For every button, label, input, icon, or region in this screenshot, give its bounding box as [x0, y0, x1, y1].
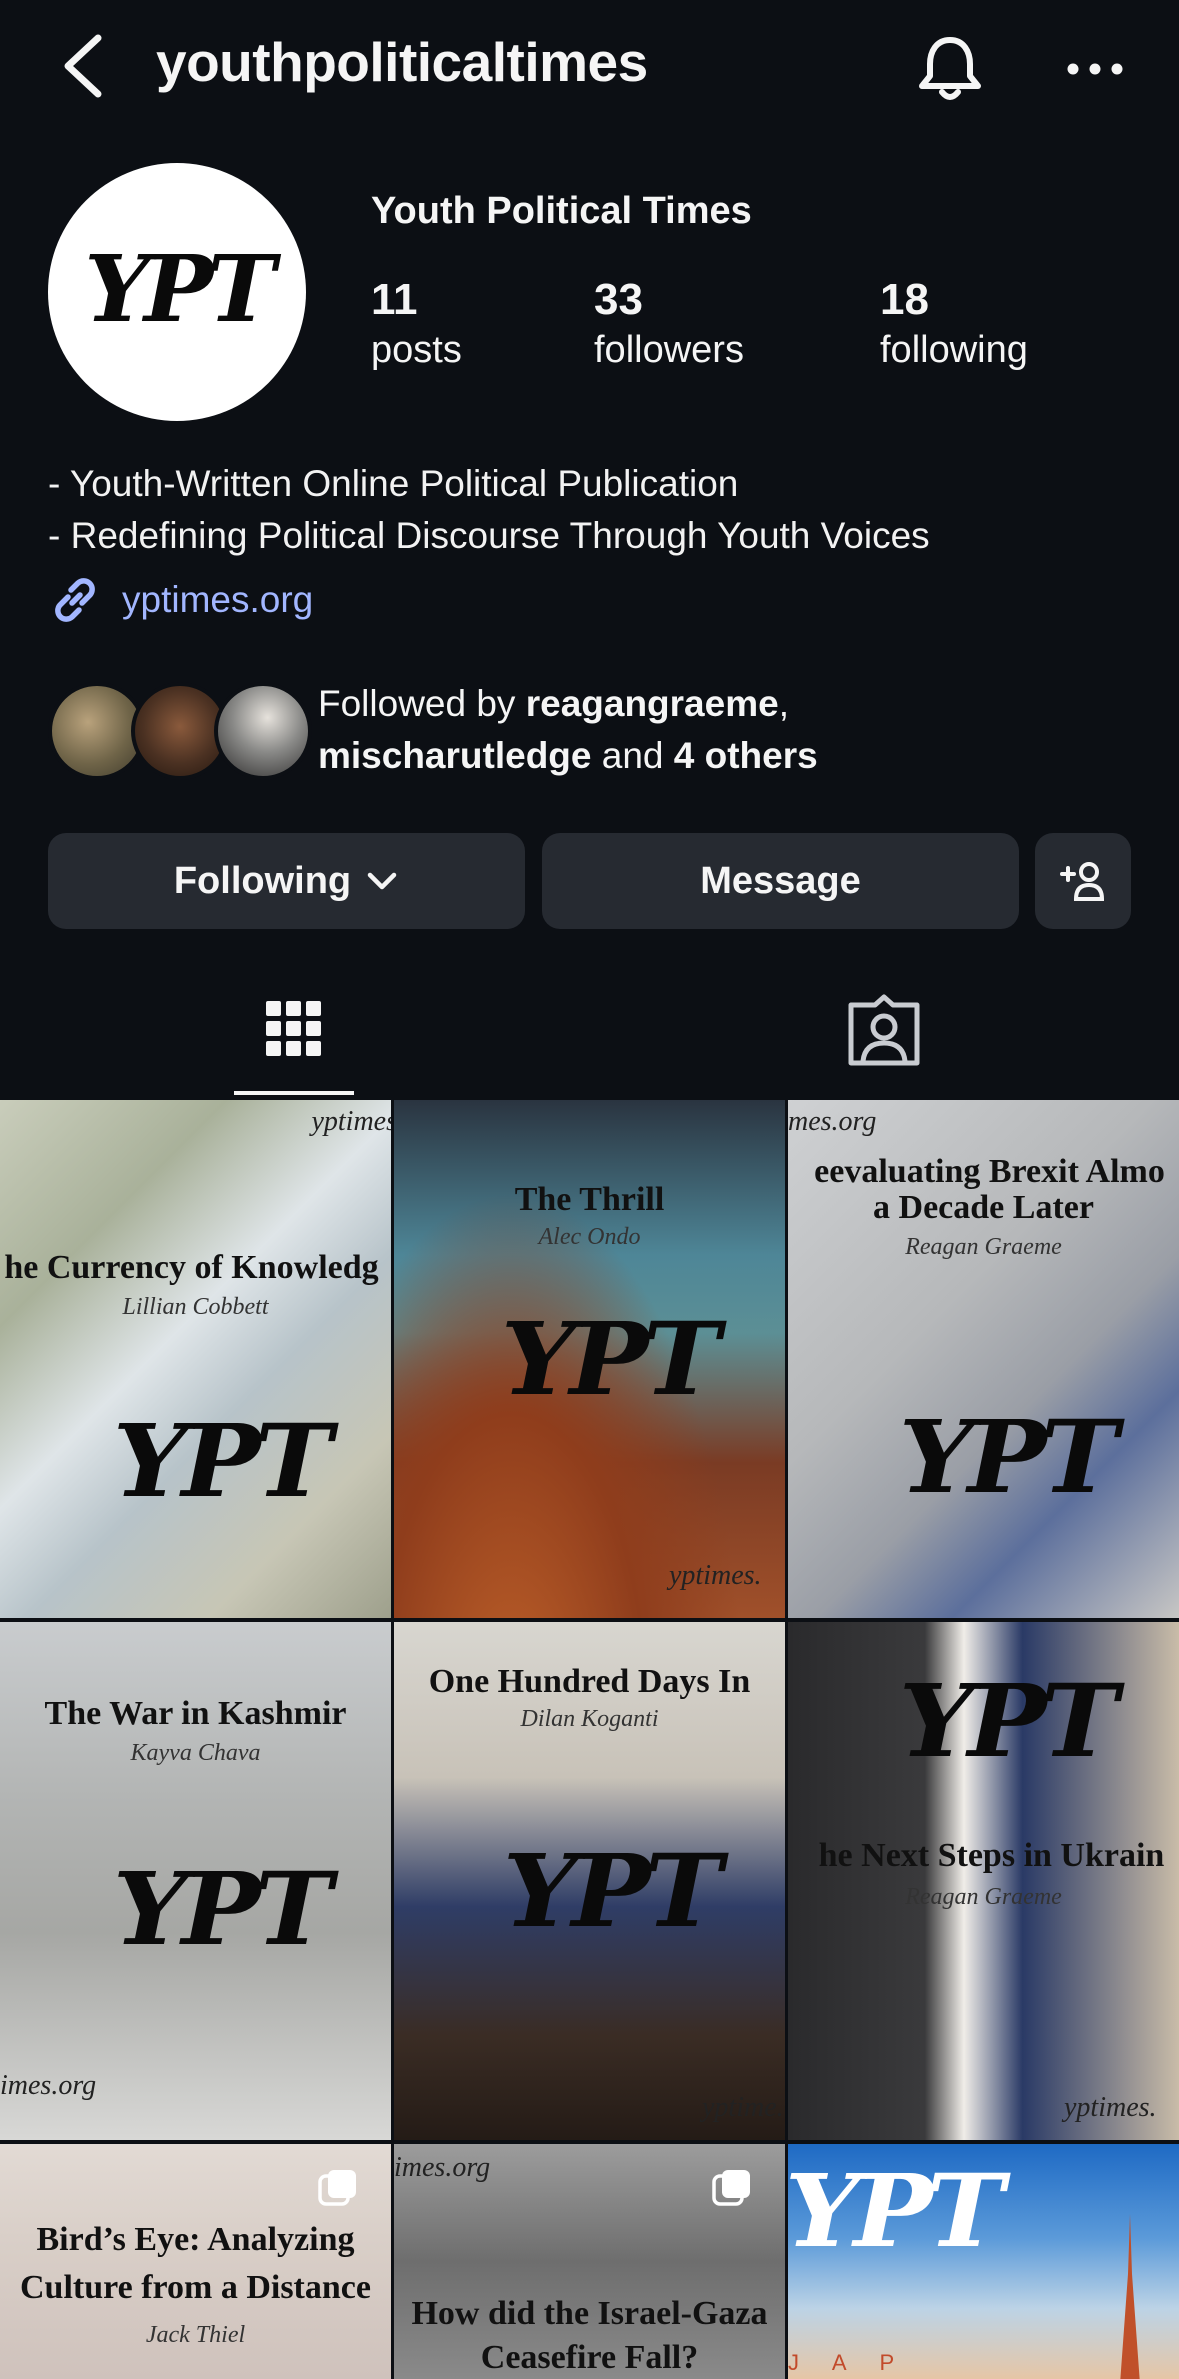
carousel-icon [318, 2170, 356, 2206]
mutual-others[interactable]: 4 others [674, 735, 818, 776]
following-count: 18 [880, 275, 929, 324]
profile-link-text[interactable]: yptimes.org [122, 579, 313, 621]
tagged-person-icon[interactable] [829, 985, 939, 1095]
post-tile[interactable]: imes.org How did the Israel-Gaza Ceasefi… [394, 2144, 785, 2379]
profile-link[interactable]: yptimes.org [48, 570, 313, 630]
avatar-logo-text: YPT [84, 235, 282, 343]
post-tile[interactable]: The War in Kashmir Kayva Chava YPT imes.… [0, 1622, 391, 2140]
suggested-users-button[interactable] [1035, 833, 1131, 929]
ypt-logo: YPT [898, 1398, 1118, 1516]
post-title: The War in Kashmir [44, 1695, 347, 1732]
mutual-user-2[interactable]: mischarutledge [318, 735, 591, 776]
posts-grid: yptimes he Currency of Knowledg Lillian … [0, 1100, 1179, 2379]
post-author: Dilan Koganti [520, 1706, 659, 1732]
post-title: he Currency of Knowledg [4, 1249, 379, 1286]
profile-bio: - Youth-Written Online Political Publica… [48, 458, 930, 562]
ypt-logo: YPT [500, 1300, 720, 1418]
post-url: imes.org [394, 2152, 491, 2183]
posts-label: posts [371, 329, 462, 371]
followers-count: 33 [594, 275, 643, 324]
followers-stat[interactable]: 33 followers [594, 274, 744, 374]
post-title-line-2: a Decade Later [873, 1189, 1094, 1226]
post-title: One Hundred Days In [428, 1663, 751, 1700]
active-tab-indicator [234, 1091, 354, 1095]
more-horizontal-icon[interactable] [1065, 44, 1125, 94]
message-button-label: Message [700, 859, 861, 902]
post-tile[interactable]: One Hundred Days In Dilan Koganti YPT yp… [394, 1622, 785, 2140]
post-title: eevaluating Brexit Almo [814, 1153, 1165, 1190]
mutual-user-1[interactable]: reagangraeme [526, 683, 779, 724]
following-button-label: Following [173, 859, 352, 902]
comma: , [778, 683, 789, 724]
grid-icon[interactable] [234, 985, 354, 1095]
bio-line: - Redefining Political Discourse Through… [48, 515, 930, 556]
followed-by-prefix: Followed by [318, 683, 526, 724]
chevron-left-icon[interactable] [58, 30, 108, 102]
link-icon [55, 578, 95, 622]
post-author: Reagan Graeme [905, 1234, 1062, 1260]
chevron-down-icon [367, 872, 397, 890]
post-title-line-2: Ceasefire Fall? [480, 2339, 699, 2376]
ypt-logo: YPT [898, 1662, 1118, 1780]
ypt-logo: YPT [84, 235, 288, 343]
post-caption: J A P A N [788, 2350, 908, 2379]
post-author: Jack Thiel [145, 2322, 246, 2348]
following-button[interactable]: Following [48, 833, 525, 929]
top-nav-bar: youthpoliticaltimes [0, 0, 1179, 130]
profile-display-name: Youth Political Times [371, 190, 752, 232]
post-tile[interactable]: YPT he Next Steps in Ukrain Reagan Graem… [788, 1622, 1179, 2140]
ypt-logo: YPT [788, 2152, 1004, 2270]
message-button[interactable]: Message [542, 833, 1019, 929]
post-url: mes.org [788, 1106, 877, 1137]
tokyo-tower-graphic [1120, 2214, 1140, 2379]
add-user-icon [1060, 862, 1105, 901]
post-title-line-2: Culture from a Distance [20, 2269, 371, 2306]
post-title: Bird’s Eye: Analyzing [36, 2221, 355, 2258]
post-title: he Next Steps in Ukrain [818, 1837, 1165, 1874]
posts-count: 11 [371, 275, 418, 324]
followers-label: followers [594, 329, 744, 371]
carousel-icon [712, 2170, 750, 2206]
post-title: The Thrill [514, 1181, 665, 1218]
post-tile[interactable]: yptimes he Currency of Knowledg Lillian … [0, 1100, 391, 1618]
mutual-follower-avatar [214, 682, 312, 780]
bio-line: - Youth-Written Online Political Publica… [48, 463, 739, 504]
ypt-logo: YPT [112, 1850, 332, 1968]
posts-stat[interactable]: 11 posts [371, 274, 462, 374]
followed-by-text: Followed by reagangraeme, mischarutledge… [318, 678, 818, 782]
post-url: yptimes. [669, 1560, 762, 1591]
profile-handle: youthpoliticaltimes [156, 31, 648, 93]
post-url: imes.org [0, 2070, 97, 2101]
following-label: following [880, 329, 1028, 371]
post-author: Alec Ondo [538, 1224, 641, 1250]
post-author: Reagan Graeme [905, 1884, 1062, 1910]
ypt-logo: YPT [502, 1832, 722, 1950]
post-image [0, 1100, 391, 1618]
post-tile[interactable]: Bird’s Eye: Analyzing Culture from a Dis… [0, 2144, 391, 2379]
ypt-logo: YPT [112, 1402, 332, 1520]
post-url: yptime. [702, 2092, 784, 2123]
post-url: yptimes. [1064, 2092, 1157, 2123]
post-url: yptimes [311, 1106, 391, 1137]
bell-icon[interactable] [912, 30, 988, 106]
post-author: Kayva Chava [130, 1740, 261, 1766]
post-author: Lillian Cobbett [122, 1294, 269, 1320]
post-title: How did the Israel-Gaza [411, 2295, 768, 2332]
post-tile[interactable]: mes.org eevaluating Brexit Almo a Decade… [788, 1100, 1179, 1618]
and-text: and [591, 735, 674, 776]
profile-avatar[interactable]: YPT [48, 163, 306, 421]
following-stat[interactable]: 18 following [880, 274, 1028, 374]
post-tile[interactable]: The Thrill Alec Ondo YPT yptimes. [394, 1100, 785, 1618]
post-tile[interactable]: YPT J A P A N [788, 2144, 1179, 2379]
